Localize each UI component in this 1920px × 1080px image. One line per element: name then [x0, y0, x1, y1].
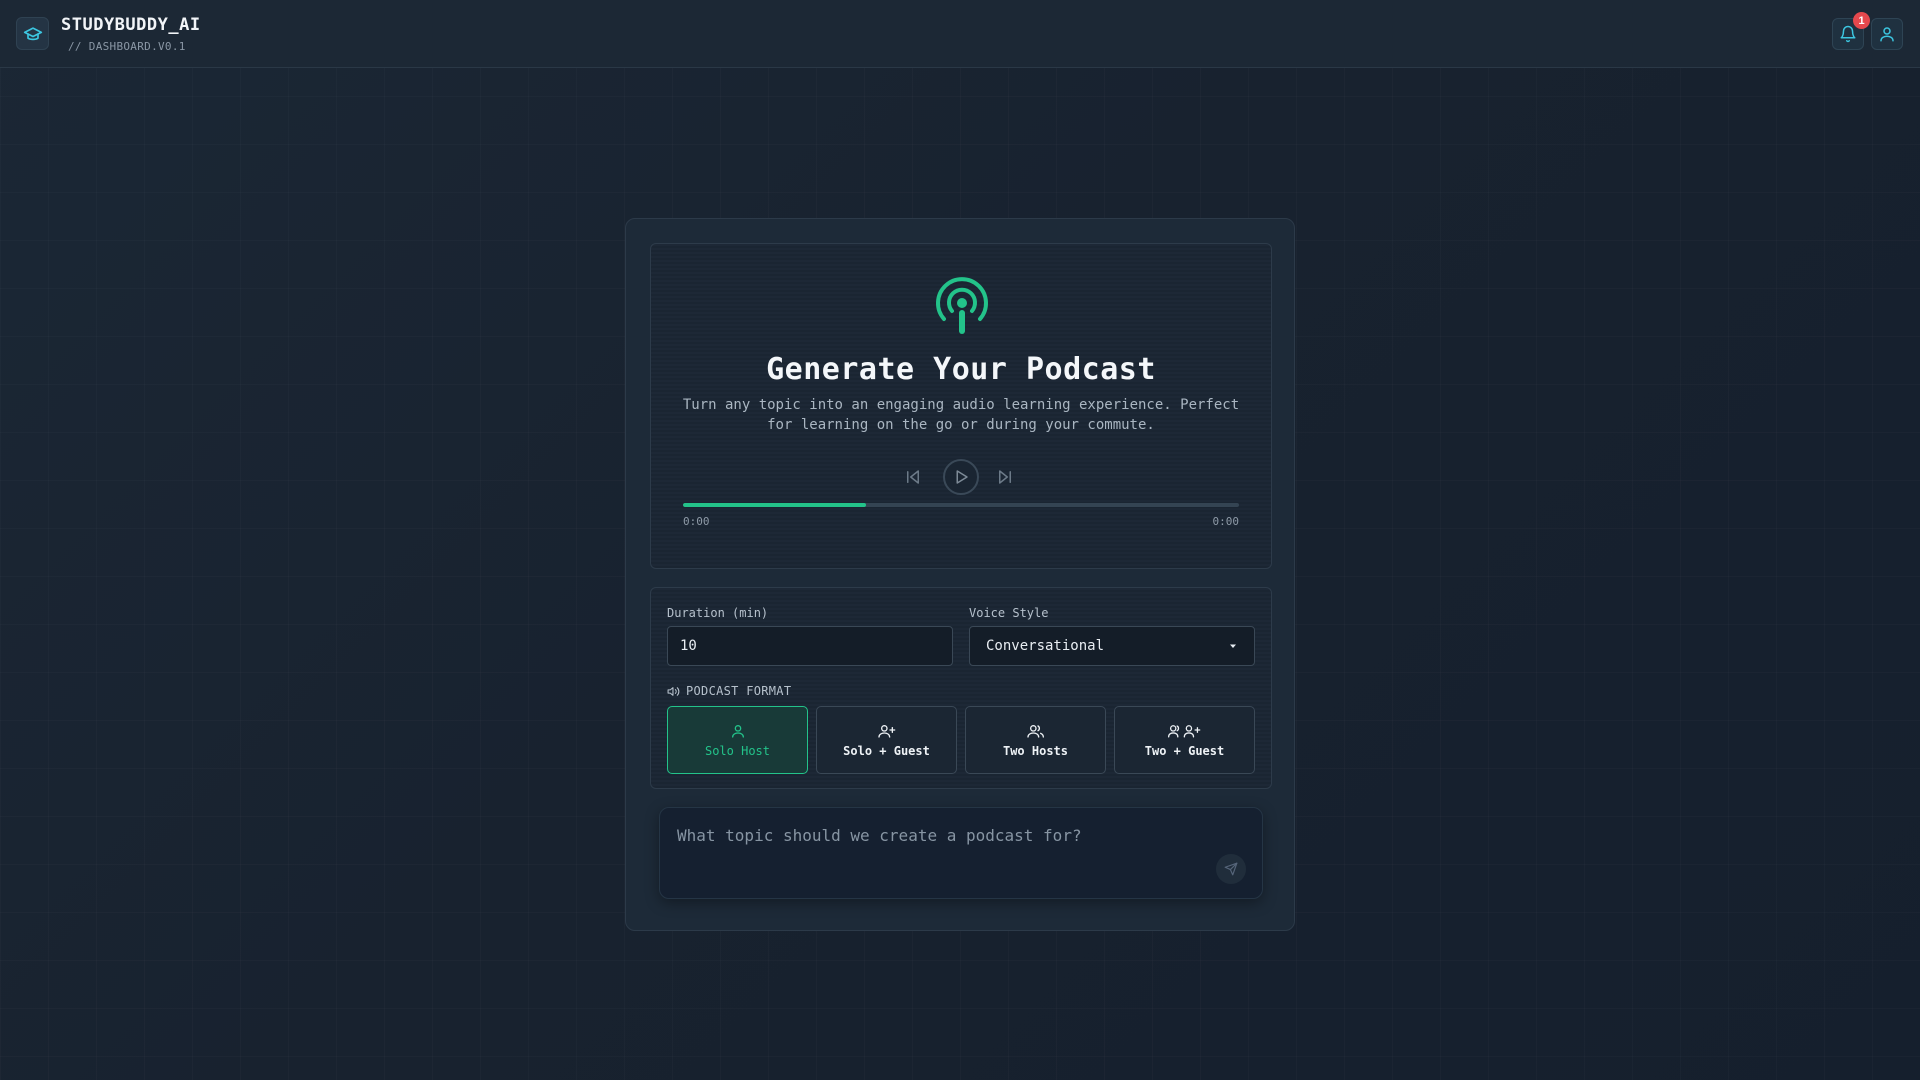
format-label: Two + Guest: [1144, 743, 1225, 758]
play-icon: [956, 470, 968, 484]
users-icon: [1026, 724, 1044, 738]
play-button[interactable]: [943, 459, 979, 495]
duration-input[interactable]: 10: [667, 626, 953, 666]
progress-fill: [683, 503, 867, 507]
chevron-down-icon: [1230, 644, 1236, 648]
graduation-cap-icon[interactable]: [16, 17, 49, 50]
hero-title: Generate Your Podcast: [766, 352, 1156, 387]
user-plus-icon: [877, 724, 895, 738]
podcast-card: Generate Your Podcast Turn any topic int…: [625, 218, 1295, 931]
notification-badge: 1: [1853, 12, 1870, 29]
progress-bar[interactable]: [683, 503, 1239, 507]
bell-icon: [1840, 25, 1856, 43]
duration-value: 10: [680, 638, 697, 654]
voice-style-value: Conversational: [986, 638, 1105, 654]
total-time: 0:00: [1212, 515, 1240, 528]
format-label: Solo Host: [704, 743, 771, 758]
settings-panel: Duration (min) 10 Voice Style Conversati…: [650, 587, 1272, 789]
send-button[interactable]: [1216, 854, 1246, 884]
users-plus-icon: [1167, 724, 1200, 738]
skip-forward-button[interactable]: [996, 459, 1014, 495]
format-solo-host[interactable]: Solo Host: [667, 706, 808, 774]
podcast-hero: Generate Your Podcast Turn any topic int…: [650, 243, 1272, 569]
app-name: STUDYBUDDY_AI: [61, 15, 201, 35]
topic-input[interactable]: [675, 822, 1239, 848]
voice-style-label: Voice Style: [969, 606, 1049, 620]
podcast-format-text: PODCAST FORMAT: [686, 684, 792, 698]
podcast-icon: [934, 277, 990, 341]
speaker-icon: [667, 686, 680, 696]
app-subtitle: // DASHBOARD.V0.1: [68, 40, 186, 53]
notifications-button[interactable]: 1: [1832, 12, 1870, 50]
hero-description: Turn any topic into an engaging audio le…: [682, 397, 1240, 433]
send-icon: [1224, 862, 1238, 876]
current-time: 0:00: [683, 515, 710, 528]
format-two-guest[interactable]: Two + Guest: [1114, 706, 1255, 774]
format-label: Two Hosts: [1002, 743, 1069, 758]
user-icon: [1880, 27, 1894, 42]
podcast-format-label: PODCAST FORMAT: [667, 684, 791, 698]
profile-button[interactable]: [1871, 18, 1903, 50]
duration-label: Duration (min): [667, 606, 769, 620]
user-icon: [731, 724, 744, 738]
topic-prompt-box: [659, 807, 1263, 899]
format-two-hosts[interactable]: Two Hosts: [965, 706, 1106, 774]
skip-back-button[interactable]: [904, 459, 922, 495]
voice-style-select[interactable]: Conversational: [969, 626, 1255, 666]
top-bar: STUDYBUDDY_AI // DASHBOARD.V0.1 1: [0, 0, 1920, 68]
format-label: Solo + Guest: [843, 743, 930, 758]
format-solo-guest[interactable]: Solo + Guest: [816, 706, 957, 774]
skip-back-icon: [907, 470, 919, 484]
skip-forward-icon: [999, 470, 1011, 484]
